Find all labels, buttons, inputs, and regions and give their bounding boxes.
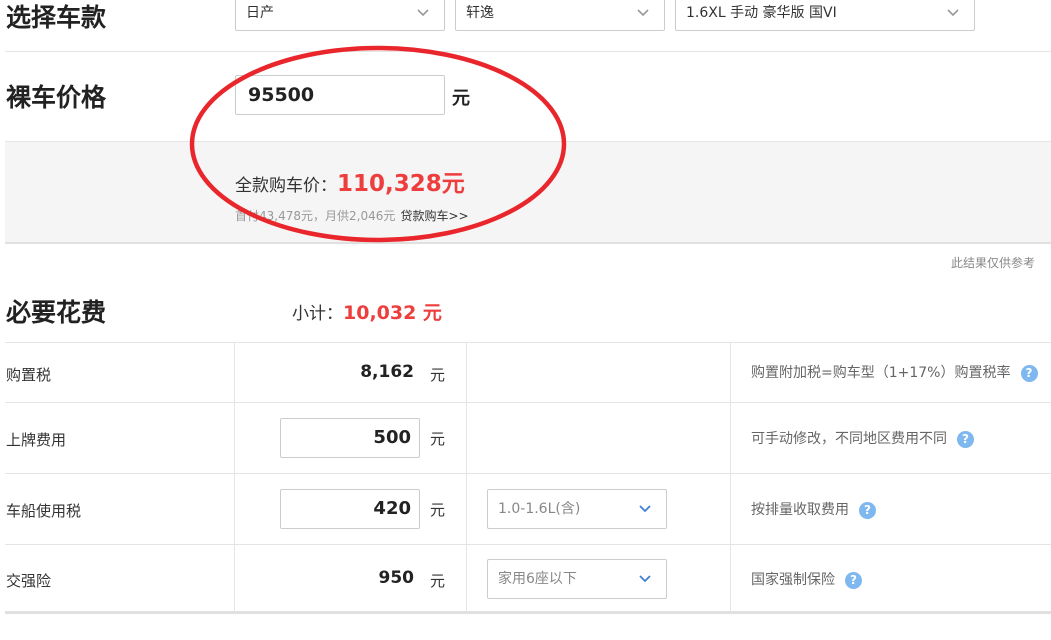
subtotal-label: 小计：: [292, 304, 343, 324]
chevron-down-icon: [639, 575, 651, 583]
compulsory-insurance-value: 950: [378, 568, 415, 588]
question-circle-icon[interactable]: ?: [859, 501, 876, 519]
series-select-value: 轩逸: [466, 5, 494, 21]
displacement-select-value: 1.0-1.6L(含): [498, 501, 581, 517]
select-car-title: 选择车款: [6, 3, 107, 32]
row-label-vehicle-tax: 车船使用税: [6, 502, 82, 520]
chevron-down-icon: [637, 9, 649, 17]
question-circle-icon[interactable]: ?: [845, 571, 862, 589]
series-select[interactable]: 轩逸: [455, 0, 665, 31]
note-text: 按排量收取费用: [751, 502, 849, 518]
vehicle-tax-value: 420: [373, 498, 411, 519]
purchase-tax-note: 购置附加税=购车型（1+17%）购置税率?: [751, 362, 1038, 382]
annotation-circle: [189, 45, 567, 243]
row-label-purchase-tax: 购置税: [6, 366, 52, 384]
disclaimer: 此结果仅供参考: [951, 256, 1036, 270]
unit: 元: [430, 430, 446, 448]
required-costs-title: 必要花费: [6, 298, 107, 327]
model-select[interactable]: 1.6XL 手动 豪华版 国VI: [675, 0, 975, 31]
purchase-tax-value: 8,162: [360, 362, 414, 382]
displacement-select[interactable]: 1.0-1.6L(含): [487, 489, 667, 529]
note-text: 国家强制保险: [751, 572, 835, 588]
registration-fee-note: 可手动修改，不同地区费用不同?: [751, 428, 974, 448]
registration-fee-value: 500: [373, 427, 411, 448]
bare-price-title: 裸车价格: [6, 83, 107, 112]
chevron-down-icon: [417, 9, 429, 17]
row-divider: [5, 473, 1051, 474]
question-circle-icon[interactable]: ?: [957, 430, 974, 448]
row-divider: [5, 402, 1051, 403]
note-text: 可手动修改，不同地区费用不同: [751, 431, 947, 447]
unit: 元: [430, 572, 446, 590]
subtotal: 小计：10,032 元: [292, 298, 442, 325]
unit: 元: [430, 501, 446, 519]
vehicle-tax-input[interactable]: 420: [280, 489, 420, 529]
col-divider: [466, 342, 467, 614]
brand-select[interactable]: 日产: [235, 0, 445, 31]
vehicle-tax-note: 按排量收取费用?: [751, 499, 876, 519]
question-circle-icon[interactable]: ?: [1020, 364, 1038, 382]
col-divider: [234, 342, 235, 614]
compulsory-insurance-note: 国家强制保险?: [751, 569, 862, 589]
model-select-value: 1.6XL 手动 豪华版 国VI: [686, 5, 837, 21]
row-label-compulsory-insurance: 交强险: [6, 572, 52, 590]
chevron-down-icon: [639, 505, 651, 513]
unit: 元: [430, 366, 446, 384]
chevron-down-icon: [947, 9, 959, 17]
seat-type-select-value: 家用6座以下: [498, 571, 577, 587]
seat-type-select[interactable]: 家用6座以下: [487, 559, 667, 599]
table-bottom-border: [5, 611, 1051, 614]
row-divider: [5, 544, 1051, 545]
row-label-registration-fee: 上牌费用: [6, 431, 67, 449]
note-text: 购置附加税=购车型（1+17%）购置税率: [751, 365, 1011, 381]
subtotal-value: 10,032 元: [343, 302, 442, 324]
table-top-border: [5, 342, 1051, 343]
brand-select-value: 日产: [246, 5, 274, 21]
col-divider: [730, 342, 731, 614]
registration-fee-input[interactable]: 500: [280, 418, 420, 458]
